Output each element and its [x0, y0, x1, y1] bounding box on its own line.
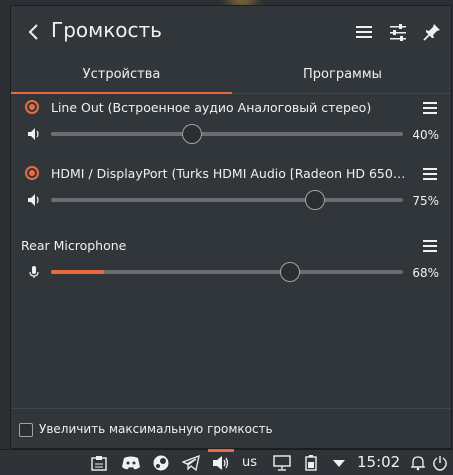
slider-handle[interactable] [305, 190, 325, 210]
slider-handle[interactable] [280, 262, 301, 282]
device-default-radio[interactable] [25, 100, 39, 114]
speaker-icon[interactable] [27, 127, 41, 141]
volume-slider[interactable] [51, 262, 403, 282]
device-name: Rear Microphone [21, 238, 127, 253]
slider-track [51, 270, 403, 274]
microphone-icon[interactable] [27, 265, 41, 279]
slider-fill [51, 270, 104, 274]
power-icon[interactable] [432, 455, 448, 471]
device-name: Line Out (Встроенное аудио Аналоговый ст… [51, 100, 372, 115]
slider-track [51, 198, 403, 202]
system-tray: us 15:02 [0, 449, 453, 475]
battery-icon[interactable] [304, 455, 318, 471]
tab-applications[interactable]: Программы [232, 60, 453, 94]
slider-track [51, 132, 403, 136]
volume-slider[interactable] [51, 124, 403, 144]
clipboard-icon[interactable] [90, 455, 108, 471]
device-name: HDMI / DisplayPort (Turks HDMI Audio [Ra… [51, 166, 411, 181]
tab-bar: Устройства Программы [11, 60, 451, 94]
raise-max-volume-label[interactable]: Увеличить максимальную громкость [39, 422, 273, 436]
back-arrow-icon[interactable] [27, 23, 41, 41]
title-bar: Громкость [11, 6, 451, 58]
volume-popup: Громкость Устройства Программы Line Out … [10, 5, 452, 449]
volume-percent: 40% [412, 128, 439, 142]
keyboard-layout[interactable]: us [242, 455, 257, 470]
configure-icon[interactable] [388, 22, 408, 42]
pin-icon[interactable] [422, 22, 442, 42]
hamburger-menu-icon[interactable] [354, 22, 374, 42]
discord-icon[interactable] [121, 455, 141, 471]
device-menu-icon[interactable] [423, 240, 437, 252]
tab-devices[interactable]: Устройства [11, 60, 232, 94]
expand-arrow-icon[interactable] [332, 455, 346, 471]
volume-percent: 68% [412, 266, 439, 280]
notifications-icon[interactable] [410, 455, 426, 471]
speaker-icon[interactable] [27, 193, 41, 207]
device-menu-icon[interactable] [423, 102, 437, 114]
raise-max-volume-checkbox[interactable] [19, 423, 33, 437]
telegram-icon[interactable] [181, 454, 200, 472]
page-title: Громкость [51, 18, 162, 42]
slider-handle[interactable] [181, 124, 202, 144]
active-indicator [208, 449, 234, 452]
steam-icon[interactable] [152, 455, 170, 471]
display-icon[interactable] [272, 455, 292, 471]
popup-footer: Увеличить максимальную громкость [11, 408, 451, 448]
device-default-radio[interactable] [25, 166, 39, 180]
volume-percent: 75% [412, 194, 439, 208]
volume-slider[interactable] [51, 190, 403, 210]
clock[interactable]: 15:02 [357, 453, 400, 471]
volume-icon[interactable] [212, 455, 230, 471]
device-menu-icon[interactable] [423, 168, 437, 180]
